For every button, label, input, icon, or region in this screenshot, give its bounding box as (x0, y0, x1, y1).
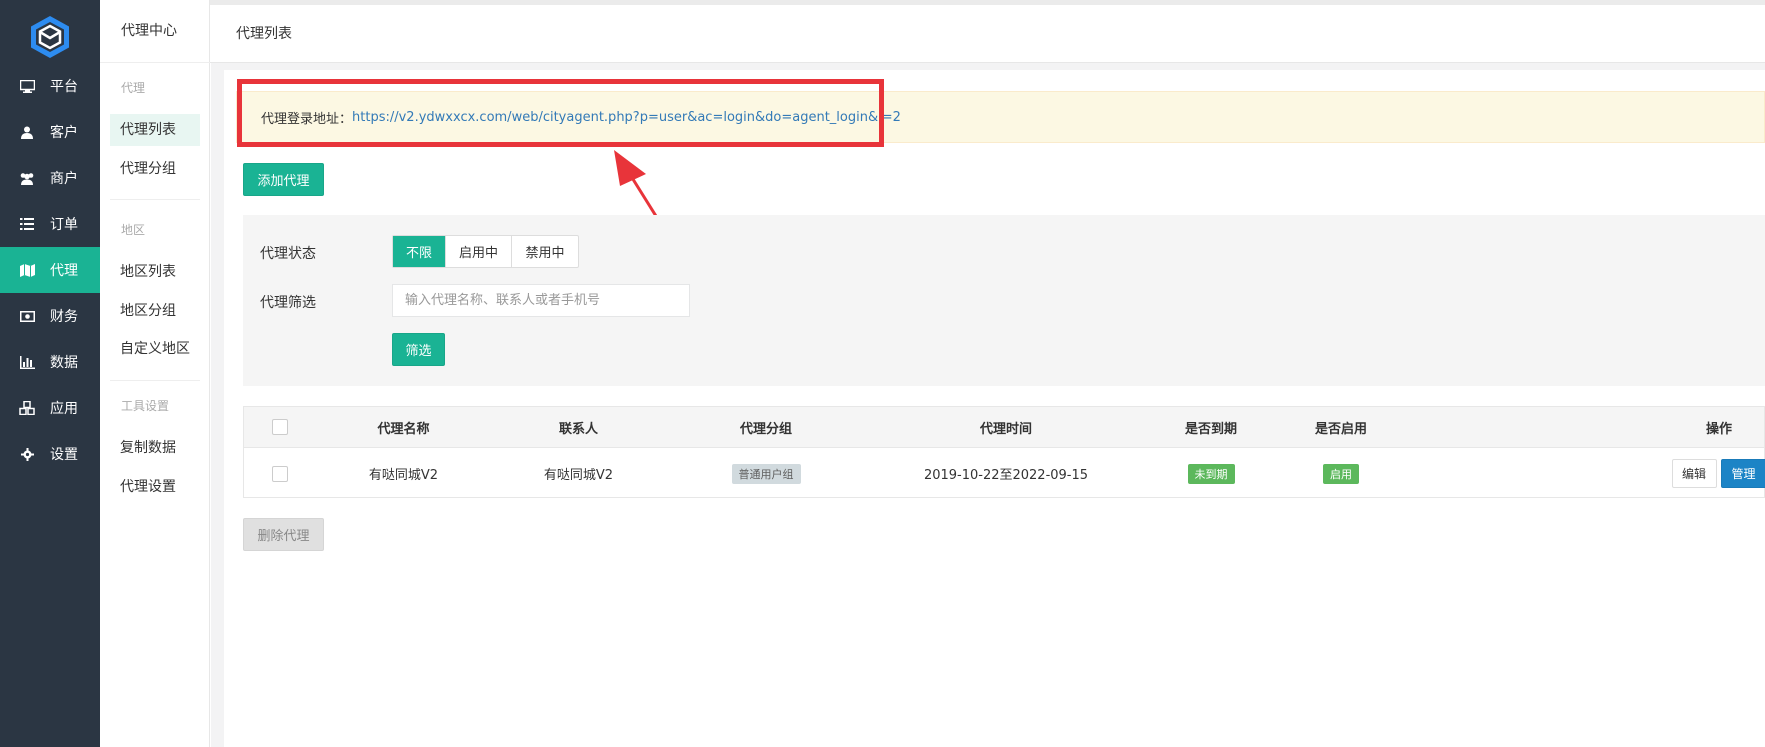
submenu-item-region-group[interactable]: 地区分组 (110, 295, 200, 327)
sidebar-item-customer[interactable]: 客户 (0, 109, 100, 155)
sidebar-item-label: 商户 (50, 171, 78, 187)
users-icon (17, 172, 37, 185)
actions-cell: 编辑 管理 (1634, 449, 1765, 498)
sidebar-item-agent[interactable]: 代理 (0, 247, 100, 293)
select-all-checkbox[interactable] (272, 419, 288, 435)
sidebar-item-label: 订单 (50, 217, 78, 233)
submenu-item-agent-settings[interactable]: 代理设置 (110, 471, 200, 503)
column-header: 联系人 (558, 421, 598, 437)
submenu-item-agent-list[interactable]: 代理列表 (110, 114, 200, 146)
time-cell: 2019-10-22至2022-09-15 (923, 468, 1089, 483)
top-bar: 代理列表 (210, 0, 1765, 63)
login-url-notice: 代理登录地址： https://v2.ydwxxcx.com/web/citya… (236, 91, 1765, 143)
sidebar-item-label: 客户 (50, 125, 78, 141)
search-filter-label: 代理筛选 (260, 295, 316, 311)
submenu-item-custom-region[interactable]: 自定义地区 (110, 333, 200, 365)
agent-name-cell: 有哒同城V2 (368, 468, 439, 483)
main-sidebar: 平台 客户 商户 订单 代理 财务 数据 应用 设置 (0, 0, 100, 747)
edit-button[interactable]: 编辑 (1671, 459, 1717, 488)
table-header: 代理名称 联系人 代理分组 代理时间 是否到期 是否启用 操作 (244, 407, 1764, 448)
delete-agent-button[interactable]: 删除代理 (243, 518, 324, 551)
status-filter-label: 代理状态 (260, 246, 316, 262)
status-filter-group: 不限 启用中 禁用中 (392, 235, 579, 268)
sidebar-item-settings[interactable]: 设置 (0, 431, 100, 477)
login-url-link[interactable]: https://v2.ydwxxcx.com/web/cityagent.php… (352, 110, 901, 125)
submenu-divider (110, 199, 200, 200)
agent-table: 代理名称 联系人 代理分组 代理时间 是否到期 是否启用 操作 有哒同城V2 有… (243, 406, 1765, 498)
column-header: 是否到期 (1184, 421, 1237, 437)
cubes-icon (17, 401, 37, 415)
submenu-item-region-list[interactable]: 地区列表 (110, 256, 200, 288)
money-icon (17, 310, 37, 322)
manage-button[interactable]: 管理 (1720, 459, 1765, 488)
list-icon (17, 218, 37, 230)
sidebar-item-finance[interactable]: 财务 (0, 293, 100, 339)
filter-button[interactable]: 筛选 (392, 333, 445, 366)
notice-label: 代理登录地址： (261, 111, 353, 127)
sidebar-item-merchant[interactable]: 商户 (0, 155, 100, 201)
table-row: 有哒同城V2 有哒同城V2 普通用户组 2019-10-22至2022-09-1… (244, 449, 1765, 498)
status-option-enabled[interactable]: 启用中 (446, 236, 512, 267)
submenu-title: 代理中心 (100, 0, 210, 63)
sidebar-item-label: 代理 (50, 263, 78, 279)
column-header: 代理名称 (377, 421, 430, 437)
status-option-all[interactable]: 不限 (393, 236, 446, 267)
submenu-item-copy-data[interactable]: 复制数据 (110, 432, 200, 464)
submenu-section-title: 地区 (121, 223, 146, 237)
enabled-badge: 启用 (1323, 463, 1359, 484)
column-header: 代理分组 (739, 421, 792, 437)
select-all-cell (244, 407, 316, 447)
page-title: 代理列表 (236, 26, 292, 42)
submenu-section-title: 代理 (121, 81, 146, 95)
submenu-item-agent-group[interactable]: 代理分组 (110, 153, 200, 185)
map-icon (17, 263, 37, 277)
user-icon (17, 126, 37, 139)
sidebar-item-data[interactable]: 数据 (0, 339, 100, 385)
sidebar-item-apps[interactable]: 应用 (0, 385, 100, 431)
column-header: 代理时间 (979, 421, 1032, 437)
sidebar-item-order[interactable]: 订单 (0, 201, 100, 247)
sidebar-item-platform[interactable]: 平台 (0, 63, 100, 109)
gear-icon (17, 447, 37, 461)
sub-sidebar: 代理中心 代理 代理列表 代理分组 地区 地区列表 地区分组 自定义地区 工具设… (100, 0, 210, 747)
column-header: 是否启用 (1314, 421, 1367, 437)
enabled-cell: 启用 (1276, 449, 1406, 498)
sidebar-item-label: 设置 (50, 447, 78, 463)
sidebar-item-label: 数据 (50, 355, 78, 371)
row-checkbox[interactable] (272, 465, 288, 482)
add-agent-button[interactable]: 添加代理 (243, 163, 324, 196)
group-badge: 普通用户组 (731, 463, 801, 484)
group-cell: 普通用户组 (666, 449, 866, 498)
sidebar-item-label: 平台 (50, 79, 78, 95)
expiry-badge: 未到期 (1187, 463, 1235, 484)
expiry-cell: 未到期 (1146, 449, 1276, 498)
status-option-disabled[interactable]: 禁用中 (512, 236, 578, 267)
submenu-section-title: 工具设置 (121, 399, 170, 413)
sidebar-item-label: 应用 (50, 401, 78, 417)
logo-icon[interactable] (27, 14, 73, 60)
sidebar-item-label: 财务 (50, 309, 78, 325)
agent-search-input[interactable] (392, 284, 690, 317)
column-header: 操作 (1705, 421, 1732, 437)
submenu-divider (110, 380, 200, 381)
row-select-cell (244, 449, 316, 498)
monitor-icon (17, 79, 37, 93)
contact-cell: 有哒同城V2 (543, 468, 614, 483)
bar-chart-icon (17, 355, 37, 369)
